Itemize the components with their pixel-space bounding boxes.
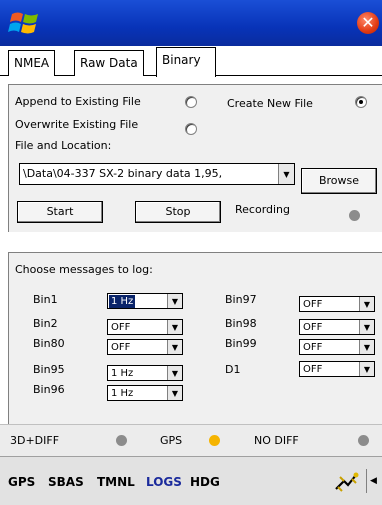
create-label: Create New File: [227, 97, 313, 110]
status-bar: 3D+DIFF GPS NO DIFF: [0, 424, 382, 456]
chevron-down-icon[interactable]: ▼: [359, 320, 374, 334]
stop-button[interactable]: Stop: [135, 201, 221, 223]
msg-combo-bin95[interactable]: 1 Hz ▼: [107, 365, 183, 381]
toolbar-gps[interactable]: GPS: [8, 475, 35, 489]
chevron-down-icon[interactable]: ▼: [278, 164, 294, 184]
gps-label: GPS: [160, 434, 183, 447]
msg-value: 1 Hz: [111, 368, 134, 379]
msg-label-bin95: Bin95: [33, 363, 65, 376]
file-options-panel: Append to Existing File Create New File …: [8, 84, 382, 232]
satellite-dish-icon[interactable]: [334, 469, 360, 493]
chevron-down-icon[interactable]: ▼: [167, 340, 182, 354]
windows-start-icon[interactable]: [8, 8, 42, 38]
tab-binary[interactable]: Binary: [156, 47, 216, 77]
file-path-combo[interactable]: \Data\04-337 SX-2 binary data 1,95, ▼: [19, 163, 295, 185]
diff-indicator: [116, 435, 127, 446]
bottom-toolbar: GPS SBAS TMNL LOGS HDG ◀: [0, 456, 382, 505]
nodiff-indicator: [358, 435, 369, 446]
msg-combo-bin80[interactable]: OFF ▼: [107, 339, 183, 355]
msg-label-bin1: Bin1: [33, 293, 58, 306]
file-path-value: \Data\04-337 SX-2 binary data 1,95,: [23, 167, 223, 180]
toolbar-sbas[interactable]: SBAS: [48, 475, 84, 489]
messages-header: Choose messages to log:: [15, 263, 153, 276]
msg-combo-bin2[interactable]: OFF ▼: [107, 319, 183, 335]
msg-label-bin96: Bin96: [33, 383, 65, 396]
recording-indicator: [349, 210, 360, 221]
msg-label-bin99: Bin99: [225, 337, 257, 350]
append-radio[interactable]: [185, 96, 197, 108]
chevron-down-icon[interactable]: ▼: [359, 297, 374, 311]
msg-label-bin2: Bin2: [33, 317, 58, 330]
panel-separator: [0, 232, 382, 252]
gps-indicator: [209, 435, 220, 446]
msg-combo-bin98[interactable]: OFF ▼: [299, 319, 375, 335]
msg-combo-bin1[interactable]: 1 Hz ▼: [107, 293, 183, 309]
chevron-down-icon[interactable]: ▼: [167, 386, 182, 400]
chevron-down-icon[interactable]: ▼: [167, 366, 182, 380]
msg-value: OFF: [303, 364, 323, 375]
msg-value: 1 Hz: [109, 295, 136, 308]
msg-value: OFF: [303, 299, 323, 310]
chevron-down-icon[interactable]: ▼: [359, 340, 374, 354]
append-label: Append to Existing File: [15, 95, 141, 108]
radio-selected-dot: [359, 100, 363, 104]
create-radio[interactable]: [355, 96, 367, 108]
recording-label: Recording: [235, 203, 291, 216]
msg-combo-d1[interactable]: OFF ▼: [299, 361, 375, 377]
close-button[interactable]: ✕: [357, 12, 379, 34]
browse-button[interactable]: Browse: [301, 168, 377, 194]
location-label: File and Location:: [15, 139, 112, 152]
toolbar-logs[interactable]: LOGS: [146, 475, 182, 489]
tab-strip: NMEA Raw Data Binary: [0, 46, 382, 77]
messages-panel: Choose messages to log: Bin1 1 Hz ▼ Bin2…: [8, 252, 382, 424]
start-button[interactable]: Start: [17, 201, 103, 223]
title-bar: ✕: [0, 0, 382, 46]
tab-raw-data[interactable]: Raw Data: [74, 50, 144, 76]
chevron-down-icon[interactable]: ▼: [167, 320, 182, 334]
msg-value: OFF: [111, 322, 131, 333]
msg-label-bin97: Bin97: [225, 293, 257, 306]
nodiff-label: NO DIFF: [254, 434, 299, 447]
overwrite-radio[interactable]: [185, 123, 197, 135]
toolbar-tmnl[interactable]: TMNL: [97, 475, 135, 489]
overwrite-label: Overwrite Existing File: [15, 118, 139, 131]
diff-label: 3D+DIFF: [10, 434, 60, 447]
tab-nmea[interactable]: NMEA: [8, 50, 56, 76]
chevron-down-icon[interactable]: ▼: [359, 362, 374, 376]
msg-combo-bin96[interactable]: 1 Hz ▼: [107, 385, 183, 401]
msg-label-bin98: Bin98: [225, 317, 257, 330]
chevron-down-icon[interactable]: ▼: [167, 294, 182, 308]
msg-label-d1: D1: [225, 363, 241, 376]
msg-label-bin80: Bin80: [33, 337, 65, 350]
toolbar-hdg[interactable]: HDG: [190, 475, 220, 489]
msg-value: OFF: [303, 342, 323, 353]
msg-combo-bin99[interactable]: OFF ▼: [299, 339, 375, 355]
msg-value: 1 Hz: [111, 388, 134, 399]
chevron-left-icon[interactable]: ◀: [366, 469, 380, 493]
msg-combo-bin97[interactable]: OFF ▼: [299, 296, 375, 312]
msg-value: OFF: [303, 322, 323, 333]
msg-value: OFF: [111, 342, 131, 353]
